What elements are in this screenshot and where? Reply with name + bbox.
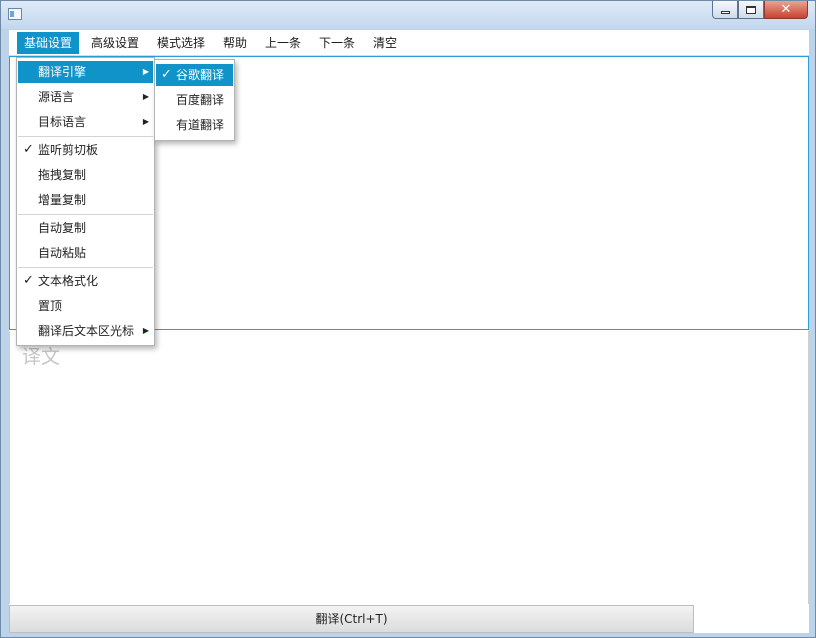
check-icon: ✓ bbox=[161, 67, 172, 82]
menu-item-label: 自动粘贴 bbox=[38, 246, 87, 260]
submenu-item-baidu[interactable]: 百度翻译 bbox=[156, 89, 233, 111]
maximize-button[interactable] bbox=[738, 1, 764, 19]
menu-item-label: 源语言 bbox=[38, 90, 75, 104]
menu-item-source-language[interactable]: 源语言 ▶ bbox=[18, 86, 153, 108]
minimize-icon bbox=[720, 10, 730, 14]
close-icon: ✕ bbox=[780, 2, 792, 17]
menu-next[interactable]: 下一条 bbox=[312, 32, 362, 54]
menu-item-always-on-top[interactable]: 置顶 bbox=[18, 295, 153, 317]
menu-item-label: 翻译引擎 bbox=[38, 65, 87, 79]
menu-item-label: 置顶 bbox=[38, 299, 63, 313]
menu-item-label: 拖拽复制 bbox=[38, 168, 87, 182]
menu-item-label: 增量复制 bbox=[38, 193, 87, 207]
menu-item-cursor-after-translate[interactable]: 翻译后文本区光标 ▶ bbox=[18, 320, 153, 342]
menu-advanced-settings[interactable]: 高级设置 bbox=[84, 32, 146, 54]
translation-placeholder: 译文 bbox=[22, 346, 61, 368]
submenu-item-google[interactable]: ✓ 谷歌翻译 bbox=[156, 64, 233, 86]
translation-text-area[interactable]: 译文 bbox=[9, 331, 809, 604]
menu-item-label: 翻译后文本区光标 bbox=[38, 324, 135, 338]
check-icon: ✓ bbox=[23, 273, 34, 288]
menu-item-monitor-clipboard[interactable]: ✓ 监听剪切板 bbox=[18, 139, 153, 161]
menu-item-label: 自动复制 bbox=[38, 221, 87, 235]
menu-item-text-formatting[interactable]: ✓ 文本格式化 bbox=[18, 270, 153, 292]
basic-settings-menu: 翻译引擎 ▶ 源语言 ▶ 目标语言 ▶ ✓ 监听剪切板 拖拽复制 增量复制 自动… bbox=[16, 57, 155, 346]
menu-bar: 基础设置 高级设置 模式选择 帮助 上一条 下一条 清空 bbox=[9, 30, 809, 56]
title-bar[interactable]: ✕ bbox=[1, 1, 815, 29]
menu-item-label: 监听剪切板 bbox=[38, 143, 99, 157]
menu-item-translation-engine[interactable]: 翻译引擎 ▶ bbox=[18, 61, 153, 83]
submenu-arrow-icon: ▶ bbox=[142, 326, 149, 335]
menu-item-label: 文本格式化 bbox=[38, 274, 99, 288]
menu-separator bbox=[18, 214, 153, 215]
window-controls: ✕ bbox=[712, 1, 808, 20]
menu-item-target-language[interactable]: 目标语言 ▶ bbox=[18, 111, 153, 133]
submenu-item-youdao[interactable]: 有道翻译 bbox=[156, 114, 233, 136]
translate-button[interactable]: 翻译(Ctrl+T) bbox=[9, 605, 694, 633]
menu-item-auto-copy[interactable]: 自动复制 bbox=[18, 217, 153, 239]
submenu-arrow-icon: ▶ bbox=[142, 117, 149, 126]
submenu-arrow-icon: ▶ bbox=[142, 92, 149, 101]
close-button[interactable]: ✕ bbox=[764, 1, 808, 19]
menu-separator bbox=[18, 267, 153, 268]
menu-help[interactable]: 帮助 bbox=[216, 32, 254, 54]
check-icon: ✓ bbox=[23, 142, 34, 157]
menu-mode-select[interactable]: 模式选择 bbox=[150, 32, 212, 54]
menu-clear[interactable]: 清空 bbox=[366, 32, 404, 54]
translation-engine-submenu: ✓ 谷歌翻译 百度翻译 有道翻译 bbox=[154, 59, 235, 141]
menu-item-auto-paste[interactable]: 自动粘贴 bbox=[18, 242, 153, 264]
app-icon bbox=[8, 8, 22, 20]
menu-item-label: 百度翻译 bbox=[176, 93, 225, 107]
submenu-arrow-icon: ▶ bbox=[142, 67, 149, 76]
minimize-button[interactable] bbox=[712, 1, 738, 19]
menu-item-incremental-copy[interactable]: 增量复制 bbox=[18, 189, 153, 211]
maximize-icon bbox=[746, 5, 756, 14]
menu-previous[interactable]: 上一条 bbox=[258, 32, 308, 54]
menu-separator bbox=[18, 136, 153, 137]
menu-item-label: 目标语言 bbox=[38, 115, 87, 129]
menu-basic-settings[interactable]: 基础设置 bbox=[17, 32, 80, 54]
menu-item-label: 有道翻译 bbox=[176, 118, 225, 132]
menu-item-drag-copy[interactable]: 拖拽复制 bbox=[18, 164, 153, 186]
menu-item-label: 谷歌翻译 bbox=[176, 68, 225, 82]
